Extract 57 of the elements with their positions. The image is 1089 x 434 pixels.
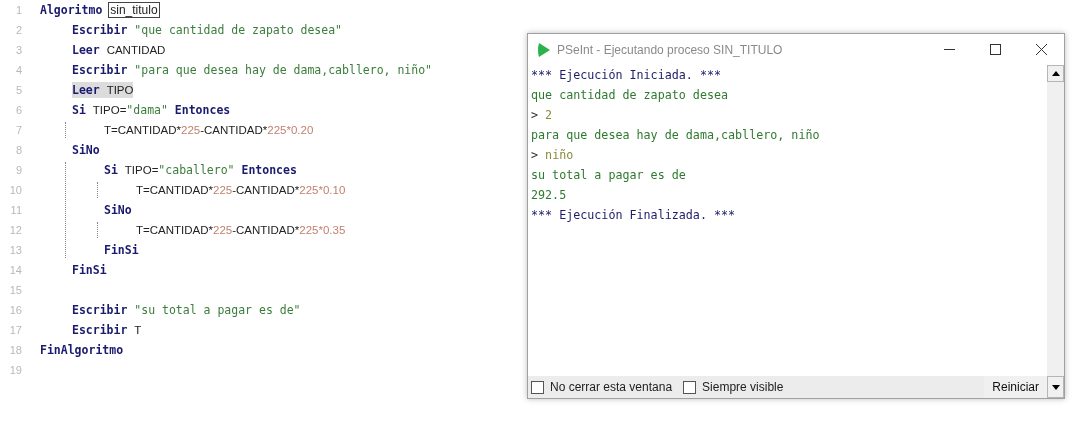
line-number: 11	[9, 204, 22, 216]
line-number: 7	[14, 124, 22, 136]
checkbox[interactable]	[531, 380, 544, 394]
code-line: T=CANTIDAD*225-CANTIDAD*225*0.10	[136, 183, 346, 198]
console-line: *** Ejecución Iniciada. ***	[531, 67, 722, 84]
caret-down-icon	[1051, 384, 1060, 390]
code-line: SiNo	[72, 142, 100, 158]
console-line: que cantidad de zapato desea	[531, 87, 730, 104]
line-number: 16	[8, 304, 22, 316]
line-number: 5	[14, 84, 22, 96]
console-line: para que desea hay de dama,cabllero, niño	[531, 127, 821, 144]
console-line: > 2	[531, 107, 554, 124]
code-line: Escribir T	[72, 322, 142, 338]
line-number: 8	[14, 144, 22, 156]
window-title: PSeInt - Ejecutando proceso SIN_TITULO	[557, 42, 783, 57]
line-number: 1	[14, 4, 22, 16]
restart-button[interactable]: Reiniciar	[984, 376, 1047, 398]
console-line: su total a pagar es de	[531, 167, 687, 184]
code-line: Escribir "su total a pagar es de"	[72, 302, 301, 318]
code-line: FinSi	[104, 242, 139, 258]
code-line: FinSi	[72, 262, 107, 278]
code-line: Leer CANTIDAD	[72, 42, 166, 58]
line-number: 3	[14, 44, 22, 56]
scroll-up-button[interactable]	[1047, 65, 1064, 82]
checkbox-label: Siempre visible	[702, 380, 784, 394]
code-line: Si TIPO="dama" Entonces	[72, 102, 231, 118]
line-number: 12	[8, 224, 22, 236]
console-line: > niño	[531, 147, 575, 164]
scroll-down-button[interactable]	[1047, 376, 1064, 398]
checkbox-label: No cerrar esta ventana	[550, 380, 673, 394]
caret-up-icon	[1051, 71, 1060, 76]
line-number: 18	[8, 344, 22, 356]
code-line: SiNo	[104, 202, 132, 218]
console-line: *** Ejecución Finalizada. ***	[531, 207, 737, 224]
line-number: 13	[8, 244, 22, 256]
code-line: FinAlgoritmo	[40, 342, 124, 358]
line-number: 9	[14, 164, 22, 176]
code-line: Algoritmo sin_titulo	[40, 2, 159, 18]
line-number: 19	[8, 364, 22, 376]
line-number: 15	[8, 284, 22, 296]
code-line: Escribir "que cantidad de zapato desea"	[72, 22, 343, 38]
console-line: 292.5	[531, 187, 568, 204]
checkbox[interactable]	[683, 380, 697, 394]
line-number: 6	[14, 104, 22, 116]
close-icon[interactable]	[1036, 44, 1047, 55]
code-line: Escribir "para que desea hay de dama,cabllero, niño"	[72, 62, 433, 78]
code-line: Si TIPO="caballero" Entonces	[104, 162, 297, 178]
line-number: 14	[8, 264, 22, 276]
code-line: T=CANTIDAD*225-CANTIDAD*225*0.20	[104, 123, 314, 138]
line-number: 2	[14, 24, 22, 36]
scrollbar[interactable]	[1047, 65, 1064, 376]
line-number: 10	[8, 184, 22, 196]
maximize-icon[interactable]	[990, 44, 1001, 55]
line-number: 4	[14, 64, 22, 76]
line-number: 17	[8, 324, 22, 336]
play-icon	[537, 41, 551, 58]
code-line: T=CANTIDAD*225-CANTIDAD*225*0.35	[136, 223, 346, 238]
